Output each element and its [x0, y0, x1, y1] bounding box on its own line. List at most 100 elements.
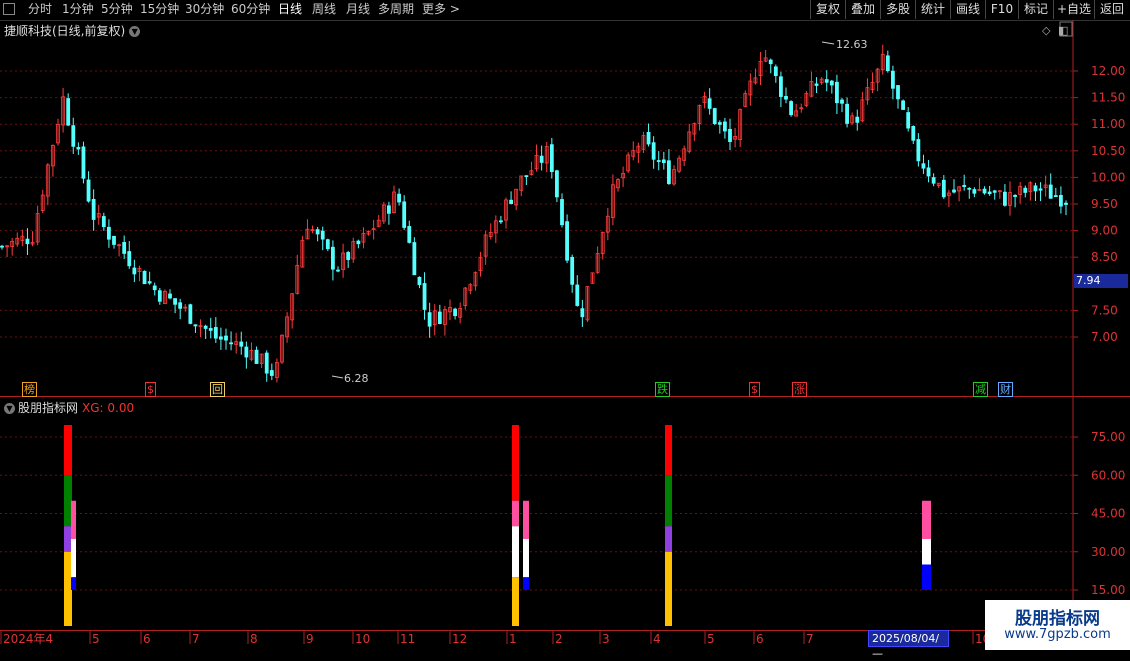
x-tick-label: 8 [250, 632, 258, 646]
candle-body [407, 226, 412, 243]
x-tick-label: 4 [653, 632, 661, 646]
candle-body [269, 370, 274, 376]
indicator-title-bar: ▼ 股朋指标网 XG: 0.00 [4, 399, 134, 416]
candle-body [926, 167, 931, 177]
x-tick-label: 9 [306, 632, 314, 646]
y-tick-label: 10.50 [1091, 144, 1125, 158]
kline-chart[interactable]: 12.00 11.50 11.00 10.50 10.00 9.50 9.00 8.50 7.5… [0, 0, 1130, 650]
candle-body [575, 284, 580, 306]
candle-body [142, 270, 147, 285]
y-tick-label: 15.00 [1091, 583, 1125, 597]
candle-body [972, 189, 977, 194]
indicator-bar-segment [665, 425, 672, 476]
event-marker[interactable]: 减 [973, 382, 988, 397]
candle-body [422, 283, 427, 310]
candle-body [81, 146, 86, 179]
candle-body [203, 325, 208, 329]
candle-body [66, 98, 71, 126]
candle-body [712, 108, 717, 124]
indicator-bar-segment [922, 539, 931, 565]
candle-body [773, 66, 778, 76]
candle-body [132, 267, 137, 275]
candle-body [524, 175, 529, 178]
candle-body [101, 216, 106, 228]
watermark: 股朋指标网 www.7gpzb.com [985, 600, 1130, 650]
candle-body [931, 177, 936, 184]
candle-body [921, 163, 926, 169]
chart-frame-icons: ◇ ◧ [1042, 24, 1068, 37]
candle-body [723, 121, 727, 132]
candle-body [911, 126, 916, 141]
x-tick-label: 6 [756, 632, 764, 646]
y-tick-label: 11.50 [1091, 91, 1125, 105]
candle-body [224, 335, 228, 341]
x-tick-label: 5 [707, 632, 715, 646]
candle-body [387, 205, 391, 214]
event-marker[interactable]: 跌 [655, 382, 670, 397]
candle-body [173, 298, 177, 305]
candle-body [1003, 191, 1007, 206]
candle-body [397, 193, 401, 203]
candle-body [188, 304, 193, 324]
candle-body [112, 235, 116, 245]
event-marker[interactable]: 涨 [792, 382, 807, 397]
candle-body [570, 256, 575, 285]
candle-body [254, 349, 259, 364]
x-tick-label: 12 [452, 632, 467, 646]
event-marker[interactable]: 回 [210, 382, 225, 397]
candle-body [768, 59, 773, 65]
date-cursor: 2025/08/04/— [868, 630, 949, 660]
candle-body [891, 70, 895, 89]
y-tick-label: 10.00 [1091, 170, 1125, 184]
dropdown-icon[interactable]: ▼ [4, 403, 15, 414]
candle-body [412, 242, 417, 276]
x-tick-label: 3 [602, 632, 610, 646]
candle-body [437, 311, 442, 324]
x-tick-label: 1 [509, 632, 517, 646]
current-price-label: 7.94 [1074, 274, 1128, 288]
candle-body [1053, 195, 1058, 198]
candle-body [91, 199, 96, 220]
candle-body [784, 96, 788, 100]
dropdown-icon[interactable]: ▼ [129, 26, 141, 37]
candle-body [427, 312, 432, 327]
candle-body [346, 252, 351, 261]
indicator-bar-segment [665, 526, 672, 552]
indicator-bar-segment [71, 577, 76, 590]
candle-body [239, 341, 244, 347]
candle-body [499, 220, 503, 223]
event-marker[interactable]: 榜 [22, 382, 37, 397]
candle-body [829, 80, 834, 86]
candle-body [25, 238, 30, 245]
y-tick-label: 12.00 [1091, 64, 1125, 78]
candle-body [86, 179, 91, 202]
candle-body [565, 221, 569, 261]
candle-body [1038, 188, 1043, 191]
y-tick-label: 11.00 [1091, 117, 1125, 131]
candle-body [1064, 202, 1068, 205]
candle-body [356, 240, 361, 245]
panel-toggle-icon[interactable]: ◧ [1058, 24, 1068, 37]
candle-body [229, 342, 233, 345]
x-tick-label: 7 [192, 632, 200, 646]
candle-body [122, 241, 127, 254]
candle-body [71, 125, 76, 147]
event-marker[interactable]: $ [749, 382, 760, 397]
candle-body [331, 246, 335, 270]
y-tick-label: 7.00 [1091, 330, 1118, 344]
candle-body [845, 103, 849, 124]
candle-body [1023, 187, 1028, 193]
candle-body [539, 155, 544, 163]
event-marker[interactable]: $ [145, 382, 156, 397]
event-marker[interactable]: 财 [998, 382, 1013, 397]
diamond-icon[interactable]: ◇ [1042, 24, 1050, 37]
y-tick-label: 60.00 [1091, 468, 1125, 482]
candle-body [967, 187, 972, 190]
candle-body [107, 226, 111, 240]
indicator-bar-segment [523, 500, 529, 539]
candle-body [1048, 184, 1053, 199]
candle-body [1059, 194, 1063, 207]
watermark-url: www.7gpzb.com [1004, 627, 1111, 642]
candle-body [402, 201, 407, 228]
high-pointer [821, 41, 835, 45]
